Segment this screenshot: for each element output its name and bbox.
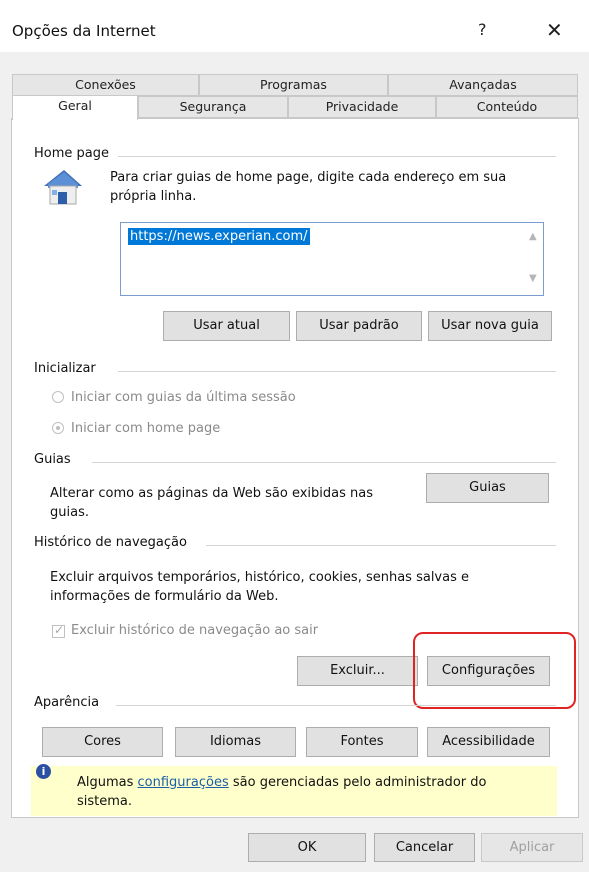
languages-button[interactable]: Idiomas: [175, 727, 296, 757]
home-page-description-line2: própria linha.: [110, 189, 197, 204]
tab-seguranca[interactable]: Segurança: [138, 96, 288, 118]
startup-label: Inicializar: [34, 361, 96, 376]
tab-conteudo[interactable]: Conteúdo: [436, 96, 578, 118]
apply-button[interactable]: Aplicar: [481, 833, 583, 862]
radio-last-session[interactable]: [52, 391, 64, 403]
fonts-button[interactable]: Fontes: [306, 727, 418, 757]
scroll-down-icon[interactable]: ▼: [529, 273, 537, 284]
home-page-url-value: https://news.experian.com/: [128, 228, 310, 245]
cancel-button[interactable]: Cancelar: [374, 833, 475, 862]
history-label: Histórico de navegação: [34, 535, 187, 550]
tabs-label: Guias: [34, 452, 71, 467]
title-bar: Opções da Internet ? ✕: [0, 0, 589, 52]
tabs-button[interactable]: Guias: [426, 473, 549, 503]
url-scrollbar[interactable]: ▲ ▼: [525, 223, 543, 295]
accessibility-button[interactable]: Acessibilidade: [427, 727, 550, 757]
tabs-divider: [92, 462, 556, 463]
history-divider: [206, 545, 556, 546]
tab-avancadas[interactable]: Avançadas: [388, 74, 578, 96]
radio-home-page[interactable]: [52, 422, 64, 434]
tab-programas[interactable]: Programas: [199, 74, 388, 96]
help-button[interactable]: ?: [478, 20, 487, 39]
use-default-button[interactable]: Usar padrão: [296, 311, 422, 341]
startup-divider: [118, 371, 556, 372]
home-page-divider: [118, 156, 556, 157]
history-description-line1: Excluir arquivos temporários, histórico,…: [50, 570, 469, 585]
tab-conexoes[interactable]: Conexões: [12, 74, 199, 96]
tabs-description-line2: guias.: [50, 505, 89, 520]
home-page-house-icon: [44, 170, 82, 205]
window-title: Opções da Internet: [12, 22, 156, 40]
admin-notice-text: Algumas configurações são gerenciadas pe…: [77, 773, 547, 811]
appearance-divider: [116, 705, 556, 706]
radio-home-page-label: Iniciar com home page: [71, 421, 221, 436]
delete-button[interactable]: Excluir...: [297, 656, 418, 686]
use-new-tab-button[interactable]: Usar nova guia: [428, 311, 552, 341]
notice-settings-link[interactable]: configurações: [138, 775, 229, 790]
close-button[interactable]: ✕: [546, 18, 563, 42]
radio-last-session-label: Iniciar com guias da última sessão: [71, 390, 296, 405]
info-icon: i: [36, 764, 51, 779]
appearance-label: Aparência: [34, 695, 100, 710]
notice-text-after: são gerenciadas pelo administrador do: [228, 775, 487, 790]
history-description-line2: informações de formulário da Web.: [50, 589, 279, 604]
colors-button[interactable]: Cores: [42, 727, 163, 757]
use-current-button[interactable]: Usar atual: [163, 311, 290, 341]
home-page-url-input[interactable]: https://news.experian.com/ ▲ ▼: [120, 222, 544, 296]
internet-options-dialog: Opções da Internet ? ✕ Conexões Programa…: [0, 0, 589, 872]
delete-history-on-exit-label: Excluir histórico de navegação ao sair: [71, 623, 319, 638]
ok-button[interactable]: OK: [248, 833, 366, 862]
notice-text-before: Algumas: [77, 775, 138, 790]
delete-history-on-exit-checkbox[interactable]: [52, 623, 65, 638]
tabs-description-line1: Alterar como as páginas da Web são exibi…: [50, 486, 373, 501]
tab-privacidade[interactable]: Privacidade: [288, 96, 436, 118]
scroll-up-icon[interactable]: ▲: [529, 231, 537, 242]
home-page-description-line1: Para criar guias de home page, digite ca…: [110, 170, 507, 185]
settings-highlight-annotation: [413, 632, 576, 709]
home-page-label: Home page: [34, 146, 109, 161]
tab-geral[interactable]: Geral: [12, 95, 138, 120]
notice-text-line2: sistema.: [77, 794, 133, 809]
